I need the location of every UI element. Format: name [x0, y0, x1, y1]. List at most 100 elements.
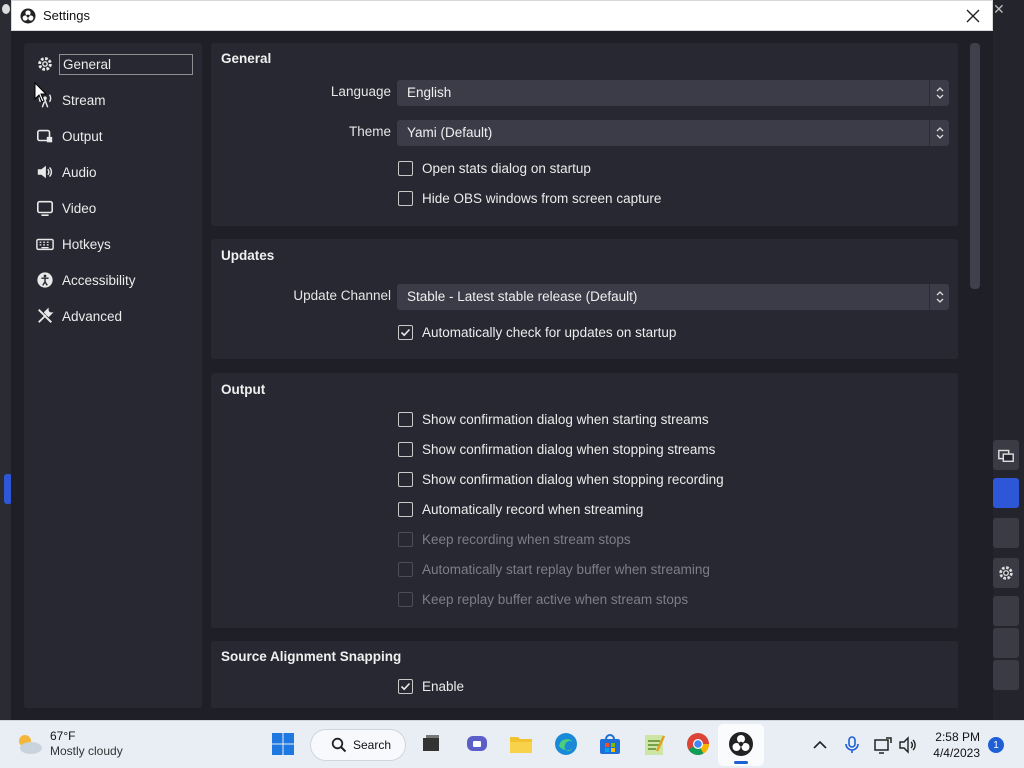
snapping-enable-checkbox[interactable]: Enable — [398, 676, 464, 696]
keep-replay-buffer-checkbox[interactable]: Keep replay buffer active when stream st… — [398, 589, 688, 609]
general-group: General Language English Theme Yami (Def… — [211, 43, 958, 226]
background-blue-button[interactable] — [993, 478, 1019, 508]
background-button-2[interactable] — [993, 518, 1019, 548]
background-button-4[interactable] — [993, 628, 1019, 658]
settings-sidebar: General Stream Output Audio Video Hotkey… — [24, 43, 202, 708]
group-title-general: General — [221, 51, 272, 66]
taskbar-search[interactable]: Search — [310, 729, 406, 761]
group-title-snapping: Source Alignment Snapping — [221, 649, 402, 664]
theme-label: Theme — [348, 124, 391, 139]
keyboard-icon — [36, 238, 54, 251]
sidebar-item-label: Advanced — [62, 308, 123, 324]
update-channel-select[interactable]: Stable - Latest stable release (Default) — [397, 284, 949, 310]
sidebar-item-video[interactable]: Video — [24, 196, 202, 220]
close-button[interactable] — [962, 5, 984, 27]
notification-badge[interactable]: 1 — [988, 737, 1004, 753]
sidebar-item-accessibility[interactable]: Accessibility — [24, 268, 202, 292]
checkbox-box — [398, 471, 413, 487]
obs-logo-icon — [20, 8, 36, 23]
network-icon[interactable] — [873, 735, 893, 755]
sidebar-item-general[interactable]: General — [24, 52, 202, 76]
checkbox-label: Keep replay buffer active when stream st… — [422, 591, 689, 607]
clock-date: 4/4/2023 — [933, 746, 980, 760]
background-button-5[interactable] — [993, 660, 1019, 690]
sidebar-item-stream[interactable]: Stream — [24, 88, 202, 112]
obs-logo-icon — [729, 732, 753, 756]
microphone-icon[interactable] — [842, 735, 862, 755]
sidebar-item-label: Stream — [62, 92, 106, 108]
updates-group: Updates Update Channel Stable - Latest s… — [211, 239, 958, 359]
sidebar-item-advanced[interactable]: Advanced — [24, 304, 202, 328]
background-panel-button[interactable] — [993, 440, 1019, 470]
language-value: English — [407, 85, 452, 100]
weather-widget[interactable]: 67°F Mostly cloudy — [14, 729, 123, 759]
checkbox-box — [398, 678, 413, 694]
monitor-icon — [36, 200, 54, 217]
sidebar-item-label: Audio — [62, 164, 97, 180]
obs-taskbar-button[interactable] — [718, 724, 764, 766]
checkbox-box — [398, 160, 413, 176]
background-settings-button[interactable] — [993, 558, 1019, 588]
checkbox-label: Show confirmation dialog when stopping r… — [422, 471, 724, 487]
checkbox-box — [398, 441, 413, 457]
chrome-browser-icon[interactable] — [685, 731, 711, 757]
output-icon — [36, 129, 53, 143]
language-label: Language — [330, 84, 391, 99]
teams-chat-icon[interactable] — [464, 731, 490, 757]
gear-icon — [999, 566, 1013, 580]
update-channel-value: Stable - Latest stable release (Default) — [407, 289, 638, 304]
group-title-output: Output — [221, 382, 266, 397]
sidebar-item-output[interactable]: Output — [24, 124, 202, 148]
sidebar-item-audio[interactable]: Audio — [24, 160, 202, 184]
sidebar-item-label: Output — [62, 128, 103, 144]
theme-value: Yami (Default) — [407, 125, 493, 140]
background-close-icon: ✕ — [993, 2, 1005, 18]
vertical-scrollbar[interactable] — [969, 43, 981, 708]
sidebar-item-hotkeys[interactable]: Hotkeys — [24, 232, 202, 256]
sidebar-item-label: Video — [62, 200, 97, 216]
microsoft-store-icon[interactable] — [597, 731, 623, 757]
taskbar-clock[interactable]: 2:58 PM 4/4/2023 — [928, 729, 980, 761]
notepad-icon[interactable] — [641, 731, 667, 757]
open-stats-checkbox[interactable]: Open stats dialog on startup — [398, 158, 591, 178]
windows-start-icon[interactable] — [270, 731, 296, 757]
file-explorer-icon[interactable] — [508, 731, 534, 757]
checkbox-label: Keep recording when stream stops — [422, 531, 631, 547]
confirm-start-stream-checkbox[interactable]: Show confirmation dialog when starting s… — [398, 409, 709, 429]
settings-window: Settings General Stream Output Audio Vid… — [11, 0, 993, 720]
checkbox-box — [398, 501, 413, 517]
confirm-stop-recording-checkbox[interactable]: Show confirmation dialog when stopping r… — [398, 469, 724, 489]
scrollbar-thumb[interactable] — [970, 43, 980, 289]
auto-replay-buffer-checkbox[interactable]: Automatically start replay buffer when s… — [398, 559, 710, 579]
checkbox-label: Show confirmation dialog when stopping s… — [422, 441, 716, 457]
auto-check-updates-checkbox[interactable]: Automatically check for updates on start… — [398, 322, 676, 342]
background-button-3[interactable] — [993, 596, 1019, 626]
keep-recording-checkbox[interactable]: Keep recording when stream stops — [398, 529, 631, 549]
chevron-up-icon[interactable] — [810, 735, 830, 755]
checkbox-label: Automatically record when streaming — [422, 501, 644, 517]
weather-temp: 67°F — [50, 729, 76, 743]
checkbox-box — [398, 561, 413, 577]
hide-obs-checkbox[interactable]: Hide OBS windows from screen capture — [398, 188, 661, 208]
checkbox-label: Show confirmation dialog when starting s… — [422, 411, 709, 427]
confirm-stop-stream-checkbox[interactable]: Show confirmation dialog when stopping s… — [398, 439, 715, 459]
edge-browser-icon[interactable] — [553, 731, 579, 757]
theme-select[interactable]: Yami (Default) — [397, 120, 949, 146]
group-title-updates: Updates — [221, 248, 275, 263]
task-view-icon[interactable] — [418, 731, 444, 757]
clock-time: 2:58 PM — [935, 730, 980, 744]
mouse-cursor-icon — [34, 82, 48, 103]
tools-icon — [37, 307, 54, 324]
close-icon — [966, 9, 980, 23]
search-icon — [331, 737, 347, 753]
checkbox-box — [398, 190, 413, 206]
title-bar: Settings — [11, 0, 993, 31]
sidebar-item-label: General — [59, 53, 193, 75]
accessibility-icon — [37, 272, 53, 288]
checkbox-box — [398, 324, 413, 340]
volume-icon[interactable] — [898, 735, 918, 755]
auto-record-checkbox[interactable]: Automatically record when streaming — [398, 499, 643, 519]
checkbox-box — [398, 591, 413, 607]
window-title: Settings — [43, 8, 90, 23]
language-select[interactable]: English — [397, 80, 949, 106]
